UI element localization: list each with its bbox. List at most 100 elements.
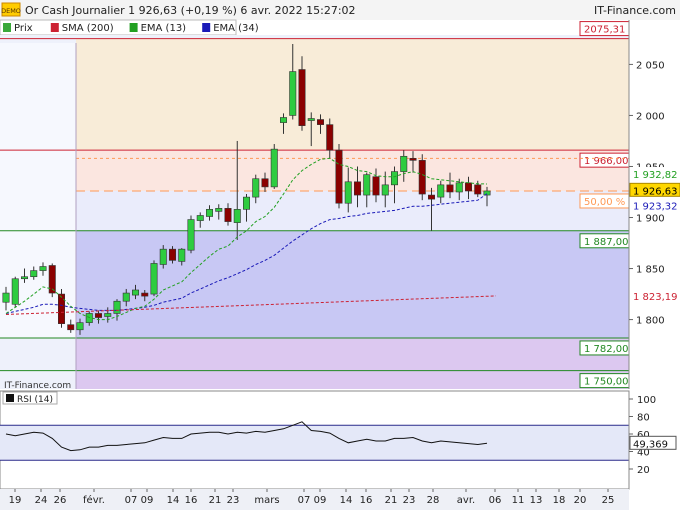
x-tick-label-7: 16	[185, 495, 198, 506]
x-tick-label-21: 13	[530, 495, 543, 506]
value-tag-2: 1 923,32	[633, 202, 678, 213]
candle-body-33	[307, 118, 315, 121]
legend-label-1: SMA (200)	[62, 23, 114, 34]
candle-body-22	[206, 209, 214, 217]
rsi-legend-label: RSI (14)	[17, 395, 53, 405]
x-tick-label-1: 24	[35, 495, 48, 506]
candle-body-40	[372, 176, 380, 196]
candle-body-17	[159, 248, 167, 265]
rsi-last-value: 49,369	[633, 439, 668, 450]
candle-body-51	[474, 184, 482, 195]
candle-body-30	[279, 117, 287, 123]
candle-body-24	[224, 208, 232, 222]
candle-body-7	[67, 324, 75, 331]
candle-body-29	[270, 148, 278, 188]
legend-swatch-1	[50, 23, 59, 32]
x-tick-label-16: 23	[403, 495, 416, 506]
x-tick-label-18: avr.	[457, 495, 475, 506]
x-tick-label-24: 25	[602, 495, 615, 506]
x-tick-label-14: 16	[360, 495, 373, 506]
legend-swatch-0	[3, 23, 11, 32]
level-label-5: 1 782,00	[584, 344, 629, 355]
demo-badge-text: DEMO	[1, 7, 21, 15]
x-tick-label-20: 11	[512, 495, 525, 506]
x-tick-label-13: 14	[340, 495, 353, 506]
x-tick-label-5: 09	[141, 495, 154, 506]
brand-logo: IT-Finance.com	[594, 4, 676, 17]
rsi-tick-label-4: 20	[637, 465, 650, 476]
candle-body-0	[2, 292, 10, 303]
y-tick-label-3: 1 900	[636, 214, 665, 225]
zone-bottom	[76, 337, 629, 389]
level-label-1: 1 966,00	[584, 156, 629, 167]
candle-body-35	[326, 124, 334, 151]
legend-swatch-3	[202, 23, 211, 32]
candle-body-10	[95, 313, 103, 318]
candle-body-15	[141, 292, 149, 297]
candle-body-26	[243, 196, 251, 210]
candle-body-42	[390, 171, 398, 186]
candle-body-23	[215, 208, 223, 212]
legend-swatch-2	[129, 23, 138, 32]
y-tick-label-5: 1 800	[636, 316, 665, 327]
candle-body-21	[196, 215, 204, 221]
x-tick-label-22: 18	[553, 495, 566, 506]
candle-body-12	[113, 300, 121, 314]
candle-body-11	[104, 313, 112, 317]
x-tick-label-0: 19	[9, 495, 22, 506]
candle-body-39	[363, 174, 371, 196]
candle-body-43	[400, 155, 408, 172]
y-tick-label-0: 2 050	[636, 60, 665, 71]
candle-body-8	[76, 322, 84, 331]
candle-body-25	[233, 209, 241, 223]
x-tick-label-12: 09	[314, 495, 327, 506]
y-tick-label-4: 1 850	[636, 265, 665, 276]
candle-body-34	[316, 119, 324, 125]
x-tick-label-19: 06	[489, 495, 502, 506]
candle-body-4	[39, 266, 47, 271]
x-tick-label-4: 07	[125, 495, 138, 506]
candle-body-44	[409, 158, 417, 161]
level-label-3: 50,00 %	[584, 197, 625, 208]
candle-body-48	[446, 184, 454, 193]
level-label-6: 1 750,00	[584, 377, 629, 388]
candle-body-27	[252, 178, 260, 198]
value-tag-1: 1 926,63	[633, 186, 678, 197]
x-tick-label-6: 14	[167, 495, 180, 506]
value-tag-3: 1 823,19	[633, 292, 678, 303]
candle-body-47	[437, 184, 445, 198]
legend-label-2: EMA (13)	[141, 23, 187, 34]
candle-body-9	[85, 313, 93, 323]
x-tick-label-8: 21	[209, 495, 222, 506]
candle-body-18	[169, 248, 177, 261]
candle-body-6	[57, 293, 65, 324]
legend-bar	[0, 19, 237, 36]
candle-body-19	[178, 248, 186, 262]
candle-body-31	[289, 71, 297, 116]
rsi-tick-label-0: 100	[637, 395, 656, 406]
x-tick-label-17: 28	[427, 495, 440, 506]
level-label-4: 1 887,00	[584, 237, 629, 248]
candle-body-28	[261, 178, 269, 188]
level-label-0: 2075,31	[584, 25, 625, 36]
candle-body-13	[122, 292, 130, 302]
zone-middle	[76, 190, 629, 231]
candle-body-46	[427, 194, 435, 200]
zone-resistance	[76, 38, 629, 151]
candle-body-14	[132, 289, 140, 296]
y-tick-label-1: 2 000	[636, 111, 665, 122]
candle-body-52	[483, 190, 491, 196]
x-tick-label-15: 21	[385, 495, 398, 506]
zone-retrace	[76, 150, 629, 191]
zone-lower	[76, 230, 629, 338]
x-tick-label-3: févr.	[83, 494, 105, 506]
candle-body-2	[20, 276, 28, 280]
chart-title: Or Cash Journalier 1 926,63 (+0,19 %) 6 …	[25, 4, 356, 17]
rsi-tick-label-1: 80	[637, 413, 650, 424]
legend-label-3: EMA (34)	[213, 23, 259, 34]
candle-body-49	[455, 182, 463, 193]
candle-body-37	[344, 181, 352, 204]
x-tick-label-11: 07	[298, 495, 311, 506]
watermark: IT-Finance.com	[4, 381, 71, 391]
candle-body-50	[464, 182, 472, 192]
